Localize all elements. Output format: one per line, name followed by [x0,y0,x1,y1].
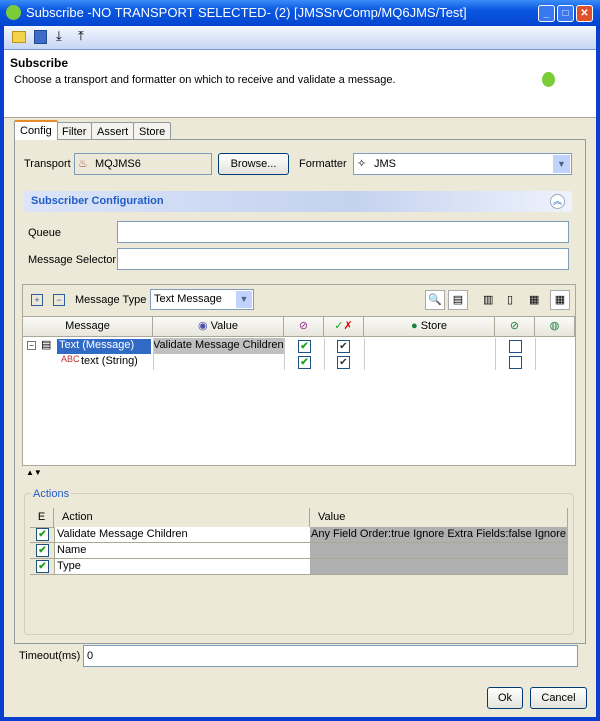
col-value[interactable]: ◉ Value [153,317,284,337]
title-bar: Subscribe -NO TRANSPORT SELECTED- (2) [J… [0,0,600,26]
queue-label: Queue [28,227,62,239]
actions-label: Actions [31,488,72,500]
collapse-icon[interactable]: ︽ [550,194,565,209]
tab-assert[interactable]: Assert [91,122,135,140]
toolbar: ⤓ ⤒ [4,26,596,50]
message-toolbar: + − Message Type Text Message ▼ 🔍 ▤ ▥ ▯ … [23,285,575,317]
message-type-select[interactable]: Text Message ▼ [150,289,254,310]
tab-filter[interactable]: Filter [56,122,93,140]
action-value[interactable] [310,543,568,558]
tab-store[interactable]: Store [133,122,172,140]
message-type-label: Message Type [75,294,147,306]
col-store-label: Store [420,320,447,332]
browse-button[interactable]: Browse... [218,153,289,175]
ok-button[interactable]: Ok [487,687,523,709]
expand-all-icon[interactable]: + [31,294,43,306]
queue-input[interactable] [117,221,569,243]
action-value[interactable] [310,559,568,574]
transport-value: MQJMS6 [95,158,141,170]
chevron-down-icon[interactable]: ▼ [553,155,570,173]
col-value-label: Value [210,320,238,332]
open-folder-icon[interactable] [12,31,26,43]
import-icon[interactable]: ⤓ [56,28,62,44]
table-row[interactable]: ✔ Name [30,543,568,559]
col-store[interactable]: ● Store [364,317,495,337]
action-value[interactable]: Any Field Order:true Ignore Extra Fields… [310,527,568,542]
store-icon: ● [411,320,421,332]
check-cross-icon: ✓✗ [334,320,353,332]
save-icon[interactable] [34,30,47,44]
col-enabled[interactable]: E [30,508,54,528]
action-name: Name [54,543,310,558]
message-selector-input[interactable] [117,248,569,270]
no-store-icon: ⊘ [509,320,520,332]
splitter-arrows-icon[interactable]: ▲▼ [26,468,42,477]
transport-field: ♨ MQJMS6 [74,153,212,175]
close-button[interactable]: ✕ [576,5,593,22]
enabled-checkbox[interactable]: ✔ [36,528,49,541]
chevron-down-icon[interactable]: ▼ [236,291,252,308]
timeout-input[interactable] [83,645,578,667]
select-icon[interactable]: ▤ [448,290,468,310]
col-store-options[interactable]: ◍ [535,317,575,337]
one-column-icon[interactable]: ▯ [507,293,513,306]
zoom-icon[interactable]: 🔍 [425,290,445,310]
timeout-label: Timeout(ms) [19,650,81,662]
window-title: Subscribe -NO TRANSPORT SELECTED- (2) [J… [26,5,467,20]
actions-table: E Action Value ✔ Validate Message Childr… [30,508,568,576]
app-icon [6,5,21,20]
message-selector-label: Message Selector [28,254,117,266]
validate-icon: ◉ [198,320,211,332]
table-row[interactable]: ✔ Type [30,559,568,575]
cancel-button[interactable]: Cancel [530,687,587,709]
header-description: Choose a transport and formatter on whic… [14,74,396,86]
collapse-all-icon[interactable]: − [53,294,65,306]
formatter-select[interactable]: ✧ JMS ▼ [353,153,572,175]
col-action-value[interactable]: Value [310,508,568,528]
col-message[interactable]: Message [23,317,153,337]
action-name: Validate Message Children [54,527,310,542]
enabled-checkbox[interactable]: ✔ [36,560,49,573]
document-icon[interactable]: ▥ [483,293,493,306]
formatter-value: JMS [374,158,396,170]
subscribe-icon [542,72,555,87]
no-validate-icon: ⊘ [298,320,309,332]
message-type-value: Text Message [154,293,222,305]
tab-config[interactable]: Config [14,120,58,140]
col-check[interactable]: ✓✗ [324,317,364,337]
header-panel: Subscribe Choose a transport and formatt… [4,50,596,118]
message-panel: + − Message Type Text Message ▼ 🔍 ▤ ▥ ▯ … [22,284,576,466]
transport-icon: ♨ [78,158,88,170]
section-title: Subscriber Configuration [31,195,164,207]
col-no-store[interactable]: ⊘ [495,317,535,337]
table-row[interactable]: ✔ Validate Message Children Any Field Or… [30,527,568,543]
subscriber-config-header[interactable]: Subscriber Configuration ︽ [24,191,572,212]
store-options-icon: ◍ [549,320,560,332]
action-name: Type [54,559,310,574]
header-title: Subscribe [10,56,69,70]
maximize-button[interactable]: □ [557,5,574,22]
transport-label: Transport [24,158,71,170]
enabled-checkbox[interactable]: ✔ [36,544,49,557]
column-dividers [23,338,575,370]
col-action[interactable]: Action [54,508,310,528]
message-table: Message ◉ Value ⊘ ✓✗ ● Store ⊘ ◍ − ▤ Tex… [23,317,575,467]
grid-icon[interactable]: ▦ [529,293,539,306]
formatter-label: Formatter [299,158,347,170]
full-grid-icon[interactable]: ▦ [550,290,570,310]
col-no-validate[interactable]: ⊘ [284,317,324,337]
minimize-button[interactable]: _ [538,5,555,22]
export-icon[interactable]: ⤒ [78,28,84,44]
wand-icon: ✧ [357,158,367,170]
